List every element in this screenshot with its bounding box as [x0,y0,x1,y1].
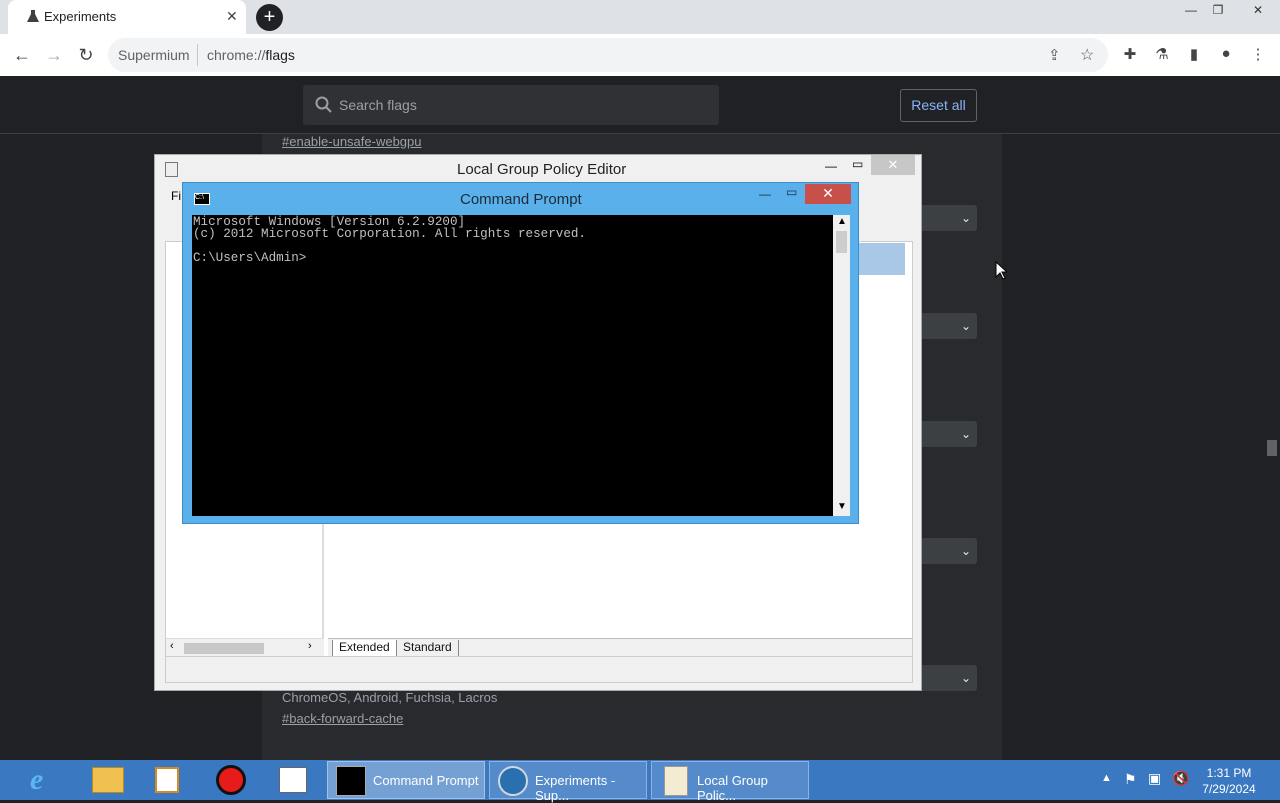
gpe-minimize-button[interactable]: — [825,159,837,173]
volume-icon[interactable]: 🔇 [1172,770,1189,787]
close-tab-icon[interactable]: ✕ [226,8,238,25]
cmd-window: C:\ Command Prompt — ▭ ✕ Microsoft Windo… [182,182,859,524]
share-icon[interactable]: ⇪ [1048,46,1061,64]
forward-button[interactable]: → [40,42,68,70]
flag-select-2[interactable]: ⌄ [917,313,977,339]
tab-experiments[interactable]: Experiments ✕ [8,0,246,34]
tab-extended[interactable]: Extended [332,640,397,656]
scroll-down-icon[interactable]: ▼ [837,501,847,512]
taskbar-item-browser[interactable]: Experiments - Sup... [489,761,647,803]
app-window-icon[interactable] [279,767,307,793]
taskbar-label: Local Group Polic... [697,773,768,803]
flag-select-3[interactable]: ⌄ [917,421,977,447]
record-icon[interactable] [216,765,246,795]
gpe-taskbar-icon [664,766,688,796]
search-icon [315,96,332,113]
page-scrollbar[interactable] [1264,134,1280,760]
cmd-minimize-button[interactable]: — [759,187,771,201]
restore-button[interactable]: ❐ [1203,0,1233,22]
flag-select-4[interactable]: ⌄ [917,538,977,564]
new-tab-button[interactable]: + [256,4,283,31]
cmd-maximize-button[interactable]: ▭ [786,185,797,199]
gpe-app-icon [165,162,178,177]
gpe-titlebar: Local Group Policy Editor — ▭ ✕ [155,155,921,183]
flag-select-1[interactable]: ⌄ [917,205,977,231]
scroll-up-icon[interactable]: ▲ [837,216,847,227]
gpe-selection-highlight [855,243,905,275]
gpe-view-tabs: Extended Standard [328,638,912,656]
scroll-right-icon[interactable]: › [308,640,312,652]
browser-taskbar-icon [498,766,528,796]
cmd-app-icon: C:\ [194,193,210,205]
browser-toolbar: ← → ↻ Supermium chrome://flags ⇪ ☆ ✚ ⚗ ▮… [0,34,1280,76]
omnibox-divider [197,44,198,66]
tab-title: Experiments [44,9,117,24]
gpe-hscroll-thumb[interactable] [184,643,264,654]
labs-flask-icon[interactable]: ⚗ [1152,45,1172,65]
taskbar-label: Command Prompt [373,773,479,788]
cmd-titlebar: C:\ Command Prompt — ▭ ✕ [183,183,858,215]
search-input[interactable] [339,95,699,115]
gpe-statusbar [166,656,912,682]
reload-button[interactable]: ↻ [72,42,100,70]
scrollbar-thumb[interactable] [1267,440,1277,456]
console-prompt: C:\Users\Admin> [193,251,307,265]
profile-icon[interactable]: ● [1216,45,1236,65]
flag-select-5[interactable]: ⌄ [917,665,977,691]
scroll-left-icon[interactable]: ‹ [170,640,174,652]
taskbar-label: Experiments - Sup... [535,773,616,803]
file-explorer-icon[interactable] [92,767,124,793]
flags-header: Reset all [0,76,1280,134]
flag-link-bottom[interactable]: #back-forward-cache [282,711,403,726]
internet-explorer-icon[interactable]: e [30,763,43,797]
tab-standard[interactable]: Standard [396,640,459,656]
cmd-close-button[interactable]: ✕ [805,184,851,204]
clock-time: 1:31 PM [1206,766,1252,780]
taskbar-item-gpe[interactable]: Local Group Polic... [651,761,809,803]
tab-strip: Experiments ✕ + — ❐ ✕ [0,0,1280,34]
system-clock[interactable]: 1:31 PM 7/29/2024 [1195,765,1263,797]
omnibox[interactable]: Supermium chrome://flags ⇪ ☆ [108,38,1108,72]
taskbar-item-cmd[interactable]: Command Prompt [327,761,485,799]
tray-expand-icon[interactable]: ▲ [1101,772,1112,784]
minimize-button[interactable]: — [1176,0,1206,22]
menu-icon[interactable]: ⋮ [1248,45,1268,65]
cmd-taskbar-icon [336,766,366,796]
console-line: (c) 2012 Microsoft Corporation. All righ… [193,227,586,241]
gpe-tree-hscroll[interactable]: ‹ › [166,638,324,656]
bookmark-star-icon[interactable]: ☆ [1080,45,1094,65]
cmd-scrollbar[interactable]: ▲ ▼ [833,215,850,516]
close-window-button[interactable]: ✕ [1236,0,1280,22]
flag-platforms: ChromeOS, Android, Fuchsia, Lacros [282,690,498,705]
gpe-menu-file[interactable]: Fi [171,189,181,203]
reset-all-button[interactable]: Reset all [900,89,977,122]
flask-icon [27,10,39,22]
taskbar: e Command Prompt Experiments - Sup... Lo… [0,760,1280,803]
clock-date: 7/29/2024 [1202,782,1256,796]
extensions-icon[interactable]: ✚ [1120,45,1140,65]
cmd-console[interactable]: Microsoft Windows [Version 6.2.9200] (c) … [192,215,840,516]
mouse-cursor-icon [995,261,1007,280]
gpe-close-button[interactable]: ✕ [871,155,915,175]
media-player-icon[interactable] [155,767,179,793]
network-icon[interactable]: ▣ [1148,770,1161,787]
omnibox-host: Supermium [118,47,190,63]
gpe-title: Local Group Policy Editor [457,161,627,178]
flag-link-top[interactable]: #enable-unsafe-webgpu [282,134,422,149]
gpe-maximize-button[interactable]: ▭ [852,157,863,171]
side-panel-icon[interactable]: ▮ [1184,45,1204,65]
cmd-scroll-thumb[interactable] [836,231,847,253]
cmd-title: Command Prompt [460,191,582,208]
omnibox-url: chrome://flags [207,47,295,63]
action-center-icon[interactable]: ⚑ [1124,771,1137,788]
search-box[interactable] [303,85,719,125]
back-button[interactable]: ← [8,42,36,70]
